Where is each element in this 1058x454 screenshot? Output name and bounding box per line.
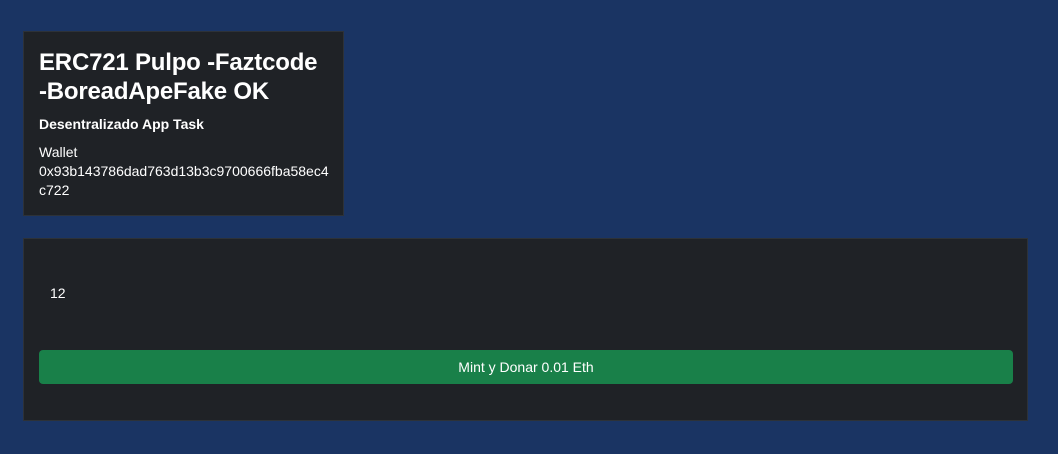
contract-title: ERC721 Pulpo -Faztcode -BoreadApeFake OK (39, 49, 318, 105)
mint-count: 12 (50, 285, 66, 301)
mint-donate-button[interactable]: Mint y Donar 0.01 Eth (39, 350, 1013, 384)
app-subtitle: Desentralizado App Task (39, 116, 204, 132)
wallet-label: Wallet (39, 144, 78, 160)
wallet-address: 0x93b143786dad763d13b3c9700666fba58ec4c7… (39, 163, 329, 198)
contract-info-card: ERC721 Pulpo -Faztcode -BoreadApeFake OK… (23, 31, 344, 216)
mint-card: 12 Mint y Donar 0.01 Eth (23, 238, 1028, 421)
